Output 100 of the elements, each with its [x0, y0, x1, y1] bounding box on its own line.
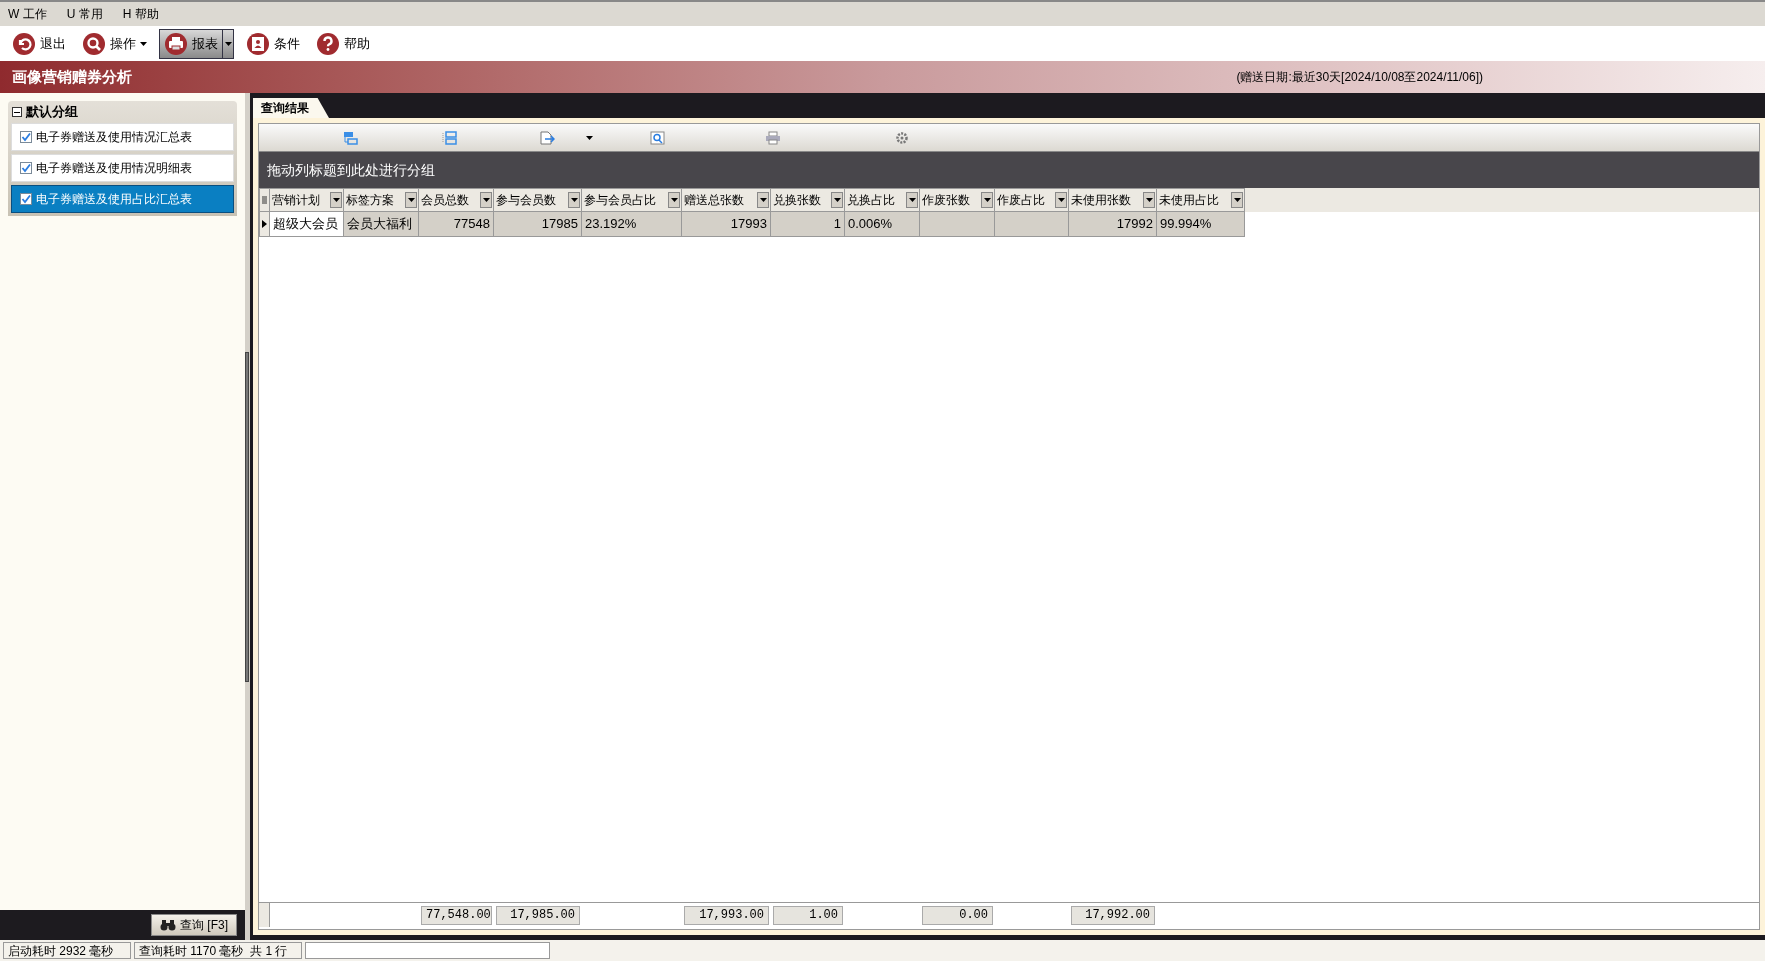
filter-dropdown[interactable] — [480, 192, 492, 208]
printer-icon — [765, 131, 781, 145]
column-header[interactable]: 未使用张数 — [1069, 188, 1157, 212]
filter-dropdown[interactable] — [1231, 192, 1243, 208]
checkbox[interactable] — [20, 131, 32, 143]
gear-icon — [894, 131, 910, 145]
column-header-label: 营销计划 — [272, 192, 320, 209]
summary-cell: 17,985.00 — [496, 905, 580, 925]
collapse-icon[interactable] — [12, 107, 22, 117]
summary-cell: 0.00 — [922, 905, 993, 925]
filter-dropdown[interactable] — [906, 192, 918, 208]
checkmark-icon — [21, 194, 31, 204]
caret-icon — [1057, 198, 1065, 202]
column-header[interactable]: 兑换张数 — [771, 188, 845, 212]
filter-dropdown[interactable] — [757, 192, 769, 208]
toolbar-button[interactable]: 条件 — [242, 28, 304, 59]
preview-icon — [650, 131, 666, 145]
search-icon — [82, 31, 106, 56]
table-cell: 17993 — [682, 212, 771, 237]
report-list-item[interactable]: 电子券赠送及使用情况汇总表 — [11, 123, 234, 151]
column-header[interactable]: 赠送总张数 — [682, 188, 771, 212]
row-indicator[interactable] — [259, 212, 270, 237]
toolbar-button[interactable]: 退出 — [8, 28, 70, 59]
caret-icon — [1145, 198, 1153, 202]
caret-icon — [983, 198, 991, 202]
table-cell: 99.994% — [1157, 212, 1245, 237]
dropdown-button[interactable] — [586, 136, 593, 140]
column-header-label: 参与会员占比 — [584, 192, 656, 209]
checkmark-icon — [21, 163, 31, 173]
checkmark-icon — [21, 132, 31, 142]
dropdown-button[interactable] — [222, 28, 234, 59]
menu-item[interactable]: H 帮助 — [122, 5, 159, 23]
column-header[interactable]: 作废张数 — [920, 188, 995, 212]
filter-dropdown[interactable] — [981, 192, 993, 208]
column-header-label: 会员总数 — [421, 192, 469, 209]
column-header-label: 作废张数 — [922, 192, 970, 209]
table-cell: 17992 — [1069, 212, 1157, 237]
filter-dropdown[interactable] — [1055, 192, 1067, 208]
column-header-label: 赠送总张数 — [684, 192, 744, 209]
summary-cell: 77,548.00 — [421, 905, 492, 925]
binoculars-icon — [160, 918, 176, 932]
filter-dropdown[interactable] — [330, 192, 342, 208]
toolbar-button[interactable] — [538, 130, 556, 146]
column-header[interactable]: 会员总数 — [419, 188, 494, 212]
query-button[interactable]: 查询 [F3] — [151, 914, 237, 936]
filter-dropdown[interactable] — [831, 192, 843, 208]
caret-icon — [586, 136, 593, 140]
toolbar-button[interactable] — [649, 130, 667, 146]
printer-icon — [164, 31, 188, 56]
column-header[interactable]: 参与会员占比 — [582, 188, 682, 212]
result-tab[interactable]: 查询结果 — [253, 98, 329, 118]
column-header[interactable]: 兑换占比 — [845, 188, 920, 212]
column-header-label: 作废占比 — [997, 192, 1045, 209]
status-text: 查询耗时 1170 毫秒 共 1 行 — [134, 942, 302, 959]
caret-icon — [833, 198, 841, 202]
help-icon — [316, 31, 340, 56]
column-header-label: 未使用占比 — [1159, 192, 1219, 209]
column-header[interactable]: 作废占比 — [995, 188, 1069, 212]
column-header-label: 兑换张数 — [773, 192, 821, 209]
date-range-text: (赠送日期:最近30天[2024/10/08至2024/11/06]) — [1236, 69, 1483, 86]
row-pointer-icon — [262, 220, 267, 228]
report-list-item[interactable]: 电子券赠送及使用情况明细表 — [11, 154, 234, 182]
caret-icon — [140, 41, 147, 46]
table-cell: 超级大会员 — [270, 212, 344, 237]
report-name: 电子券赠送及使用占比汇总表 — [36, 191, 192, 208]
checkbox[interactable] — [20, 193, 32, 205]
toolbar-button[interactable]: 操作 — [78, 28, 151, 59]
table-cell: 23.192% — [582, 212, 682, 237]
column-header-label: 参与会员数 — [496, 192, 556, 209]
filter-dropdown[interactable] — [405, 192, 417, 208]
menu-item[interactable]: U 常用 — [66, 5, 103, 23]
column-header[interactable]: 参与会员数 — [494, 188, 582, 212]
toolbar-button[interactable] — [764, 130, 782, 146]
table-cell: 77548 — [419, 212, 494, 237]
toolbar-button[interactable] — [893, 130, 911, 146]
toolbar-button[interactable] — [341, 130, 359, 146]
table-cell: 1 — [771, 212, 845, 237]
column-header[interactable]: 标签方案 — [344, 188, 419, 212]
report-list-item[interactable]: 电子券赠送及使用占比汇总表 — [11, 185, 234, 213]
menu-item[interactable]: W 工作 — [8, 5, 47, 23]
filter-dropdown[interactable] — [1143, 192, 1155, 208]
group-header[interactable]: 默认分组 — [26, 102, 78, 122]
summary-cell: 17,992.00 — [1071, 905, 1155, 925]
checkbox[interactable] — [20, 162, 32, 174]
column-layout-icon — [441, 131, 457, 145]
caret-icon — [224, 41, 232, 46]
toolbar-button[interactable] — [440, 130, 458, 146]
column-header[interactable]: 营销计划 — [270, 188, 344, 212]
export-icon — [539, 131, 555, 145]
filter-dropdown[interactable] — [568, 192, 580, 208]
filter-dropdown[interactable] — [668, 192, 680, 208]
status-text: 启动耗时 2932 毫秒 — [3, 942, 131, 959]
report-name: 电子券赠送及使用情况汇总表 — [36, 129, 192, 146]
caret-icon — [570, 198, 578, 202]
contact-card-icon — [246, 31, 270, 56]
splitter-handle[interactable] — [245, 351, 249, 682]
caret-icon — [908, 198, 916, 202]
toolbar-button[interactable]: 报表 — [159, 28, 222, 59]
toolbar-button[interactable]: 帮助 — [312, 28, 374, 59]
column-header[interactable]: 未使用占比 — [1157, 188, 1245, 212]
